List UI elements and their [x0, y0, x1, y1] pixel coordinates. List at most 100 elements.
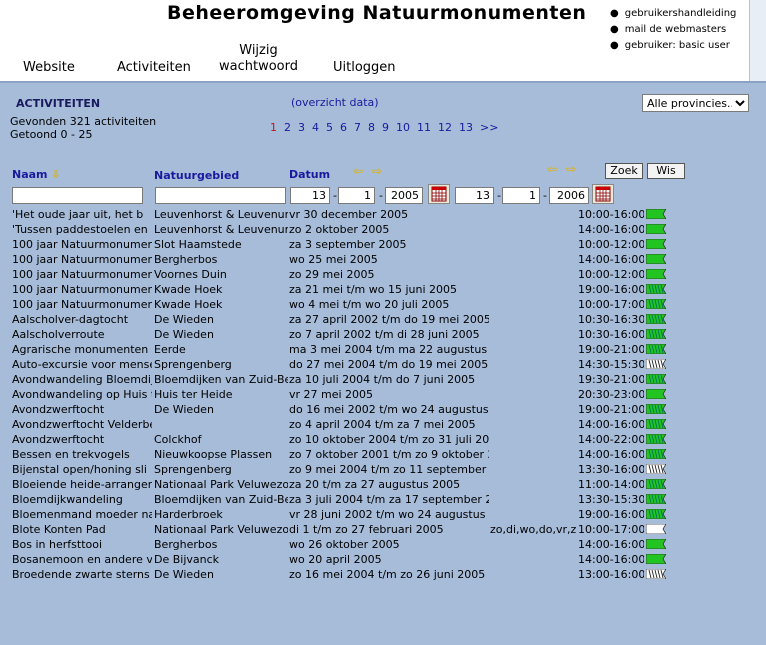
date-from-next-arrow-icon[interactable]: ⇨ — [372, 164, 382, 178]
status-flag-icon[interactable] — [646, 509, 666, 519]
pagination-page[interactable]: 13 — [459, 121, 473, 134]
table-row[interactable]: 100 jaar NatuurmonumentenKwade Hoek za 21… — [0, 283, 766, 298]
activity-name-link[interactable]: Avondzwerftocht — [12, 403, 152, 416]
status-flag-icon[interactable] — [646, 359, 666, 369]
activity-name-link[interactable]: Bloeiende heide-arrangeme — [12, 478, 152, 491]
column-header-name[interactable]: Naam ⇩ — [12, 168, 61, 181]
sort-arrow-icon[interactable]: ⇩ — [51, 168, 60, 181]
table-row[interactable]: 'Tussen paddestoelen en p Leuvenhorst & L… — [0, 223, 766, 238]
pagination-page[interactable]: 8 — [368, 121, 375, 134]
status-flag-icon[interactable] — [646, 224, 666, 234]
activity-name-link[interactable]: Avondwandeling op Huis te — [12, 388, 152, 401]
calendar-to-icon[interactable] — [592, 184, 614, 204]
status-flag-icon[interactable] — [646, 389, 666, 399]
table-row[interactable]: Bijenstal open/honing sli Sprengenberg zo … — [0, 463, 766, 478]
table-row[interactable]: Aalscholver-dagtocht De Wieden za 27 april… — [0, 313, 766, 328]
province-select[interactable]: Alle provincies... — [642, 94, 749, 112]
activity-name-link[interactable]: Blote Konten Pad — [12, 523, 152, 536]
table-row[interactable]: Avondzwerftocht De Wieden do 16 mei 2002 t… — [0, 403, 766, 418]
date-to-month[interactable] — [502, 187, 540, 204]
status-flag-icon[interactable] — [646, 554, 666, 564]
status-flag-icon[interactable] — [646, 269, 666, 279]
area-filter-input[interactable] — [155, 187, 286, 204]
pagination-page[interactable]: 4 — [312, 121, 319, 134]
nav-wijzig-wachtwoord[interactable]: Wijzig wachtwoord — [219, 43, 298, 75]
status-flag-icon[interactable] — [646, 374, 666, 384]
activity-name-link[interactable]: Broedende zwarte sterns — [12, 568, 152, 581]
status-flag-icon[interactable] — [646, 434, 666, 444]
activity-name-link[interactable]: Bessen en trekvogels — [12, 448, 152, 461]
column-header-date[interactable]: Datum — [289, 168, 330, 181]
pagination-page[interactable]: 2 — [284, 121, 291, 134]
table-row[interactable]: Bessen en trekvogels Nieuwkoopse Plassen z… — [0, 448, 766, 463]
activity-name-link[interactable]: 100 jaar Natuurmonumenten — [12, 283, 152, 296]
pagination-page[interactable]: 12 — [438, 121, 452, 134]
table-row[interactable]: Avondzwerftocht Colckhof zo 10 oktober 200… — [0, 433, 766, 448]
table-row[interactable]: Aalscholverroute De Wieden zo 7 april 2002… — [0, 328, 766, 343]
scrollbar[interactable] — [749, 0, 766, 81]
table-row[interactable]: Auto-excursie voor mensen Sprengenberg do … — [0, 358, 766, 373]
activity-name-link[interactable]: 'Het oude jaar uit, het b — [12, 208, 152, 221]
date-to-day[interactable] — [455, 187, 494, 204]
search-button[interactable]: Zoek — [605, 163, 643, 179]
pagination-page[interactable]: 6 — [340, 121, 347, 134]
status-flag-icon[interactable] — [646, 419, 666, 429]
activity-name-link[interactable]: Avondwandeling Bloemdijke — [12, 373, 152, 386]
date-from-month[interactable] — [338, 187, 375, 204]
status-flag-icon[interactable] — [646, 239, 666, 249]
date-from-prev-arrow-icon[interactable]: ⇦ — [353, 164, 363, 178]
activity-name-link[interactable]: Bloemdijkwandeling — [12, 493, 152, 506]
help-link-manual[interactable]: ● gebruikershandleiding — [610, 6, 736, 22]
status-flag-icon[interactable] — [646, 539, 666, 549]
activity-name-link[interactable]: Auto-excursie voor mensen — [12, 358, 152, 371]
pagination-next[interactable]: >> — [480, 121, 498, 134]
activity-name-link[interactable]: 100 jaar Natuurmonumenten — [12, 268, 152, 281]
status-flag-icon[interactable] — [646, 524, 666, 534]
table-row[interactable]: 100 jaar NatuurmonumentenBergherbos wo 25… — [0, 253, 766, 268]
status-flag-icon[interactable] — [646, 344, 666, 354]
table-row[interactable]: Bos in herfsttooi Bergherbos wo 26 oktober… — [0, 538, 766, 553]
table-row[interactable]: Bloemdijkwandeling Bloemdijken van Zuid-B… — [0, 493, 766, 508]
status-flag-icon[interactable] — [646, 464, 666, 474]
status-flag-icon[interactable] — [646, 449, 666, 459]
activity-name-link[interactable]: 100 jaar Natuurmonumenten — [12, 298, 152, 311]
pagination-page[interactable]: 11 — [417, 121, 431, 134]
table-row[interactable]: Agrarische monumenten Eerde ma 3 mei 2004 … — [0, 343, 766, 358]
table-row[interactable]: Avondzwerftocht Velderber zo 4 april 2004… — [0, 418, 766, 433]
activity-name-link[interactable]: 'Tussen paddestoelen en p — [12, 223, 152, 236]
column-header-area[interactable]: Natuurgebied — [154, 169, 239, 182]
activity-name-link[interactable]: Avondzwerftocht Velderber — [12, 418, 152, 431]
nav-activiteiten[interactable]: Activiteiten — [117, 60, 191, 75]
table-row[interactable]: 100 jaar NatuurmonumentenSlot Haamstede z… — [0, 238, 766, 253]
pagination-page[interactable]: 9 — [382, 121, 389, 134]
pagination-page[interactable]: 1 — [270, 121, 277, 134]
status-flag-icon[interactable] — [646, 569, 666, 579]
activity-name-link[interactable]: 100 jaar Natuurmonumenten — [12, 253, 152, 266]
status-flag-icon[interactable] — [646, 254, 666, 264]
date-from-day[interactable] — [290, 187, 330, 204]
status-flag-icon[interactable] — [646, 299, 666, 309]
table-row[interactable]: 100 jaar NatuurmonumentenKwade Hoek wo 4 … — [0, 298, 766, 313]
table-row[interactable]: Bosanemoon en andere voorDe Bijvanck wo 2… — [0, 553, 766, 568]
table-row[interactable]: Blote Konten PadNationaal Park Veluwezoo… — [0, 523, 766, 538]
activity-name-link[interactable]: Bos in herfsttooi — [12, 538, 152, 551]
status-flag-icon[interactable] — [646, 404, 666, 414]
activity-name-link[interactable]: Bosanemoon en andere voor — [12, 553, 152, 566]
name-filter-input[interactable] — [12, 187, 143, 204]
status-flag-icon[interactable] — [646, 314, 666, 324]
pagination-page[interactable]: 10 — [396, 121, 410, 134]
clear-button[interactable]: Wis — [647, 163, 685, 179]
status-flag-icon[interactable] — [646, 284, 666, 294]
table-row[interactable]: Avondwandeling op Huis te Huis ter Heide v… — [0, 388, 766, 403]
table-row[interactable]: Bloeiende heide-arrangeme Nationaal Park … — [0, 478, 766, 493]
calendar-from-icon[interactable] — [428, 184, 450, 204]
nav-website[interactable]: Website — [23, 60, 75, 75]
pagination-page[interactable]: 3 — [298, 121, 305, 134]
status-flag-icon[interactable] — [646, 479, 666, 489]
activity-name-link[interactable]: 100 jaar Natuurmonumenten — [12, 238, 152, 251]
activity-name-link[interactable]: Agrarische monumenten — [12, 343, 152, 356]
date-to-next-arrow-icon[interactable]: ⇨ — [566, 162, 576, 176]
activity-name-link[interactable]: Bloemenmand moeder natuur — [12, 508, 152, 521]
help-link-mail[interactable]: ● mail de webmasters — [610, 22, 736, 38]
pagination-page[interactable]: 5 — [326, 121, 333, 134]
